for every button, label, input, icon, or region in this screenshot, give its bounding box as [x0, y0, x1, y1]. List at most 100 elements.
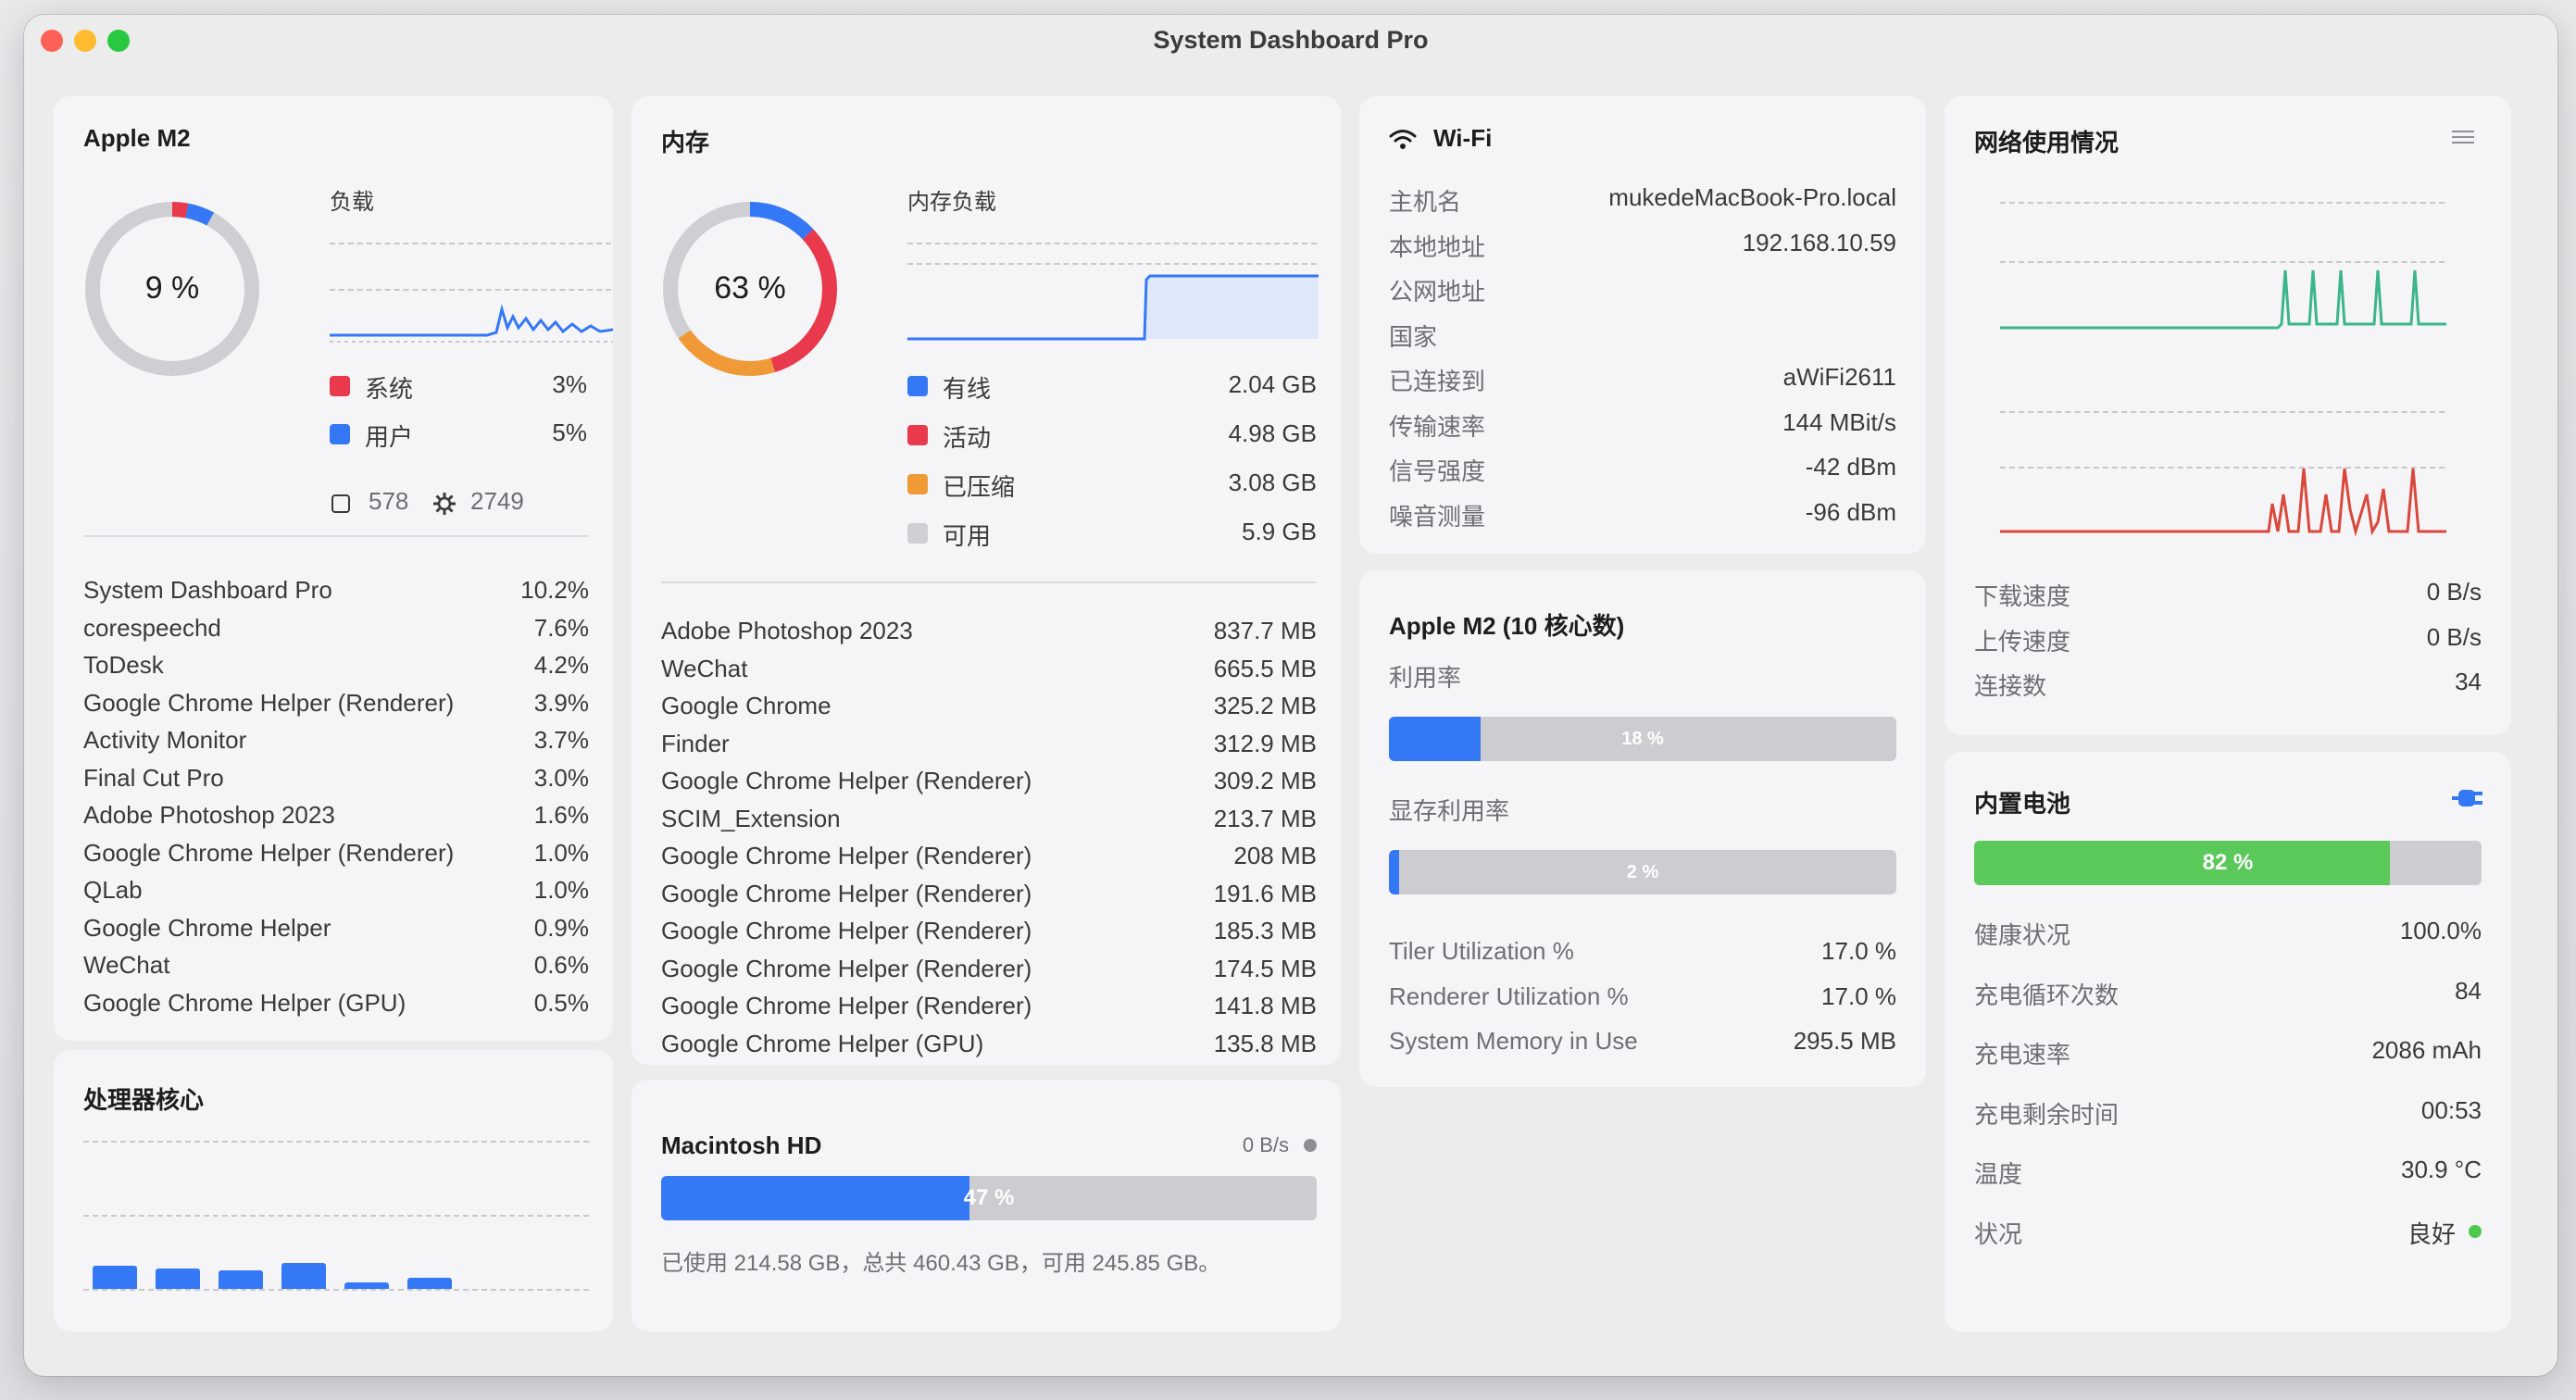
memory-process-row: Google Chrome Helper (Renderer) 185.3 MB [661, 917, 1317, 954]
cpu-card: Apple M2 9 % 负载 系统 3% 用户 5% 578 2749 Sys… [54, 96, 613, 1041]
memory-process-row: SCIM_Extension 213.7 MB [661, 805, 1317, 842]
cpu-process-row-value: 0.5% [533, 988, 589, 1017]
disk-summary: 已使用 214.58 GB，总共 460.43 GB，可用 245.85 GB。 [661, 1251, 1221, 1276]
cpu-process-row-label: System Dashboard Pro [83, 576, 332, 604]
battery-row-label: 充电剩余时间 [1974, 1100, 2120, 1129]
gpu-row-label: Tiler Utilization % [1389, 937, 1574, 965]
memory-process-row-value: 191.6 MB [1213, 879, 1317, 907]
wifi-row-label: 本地地址 [1389, 232, 1486, 261]
wifi-row: 公网地址 [1389, 273, 1896, 310]
network-title: 网络使用情况 [1974, 129, 2120, 156]
user-label: 用户 [365, 423, 414, 451]
cpu-process-row: QLab 1.0% [83, 876, 589, 913]
memory-process-row-label: Adobe Photoshop 2023 [661, 617, 913, 644]
cpu-process-row-label: corespeechd [83, 613, 221, 642]
download-chart [2000, 269, 2446, 330]
gpu-util-bar: 18 % [1389, 717, 1896, 761]
memory-process-row: Google Chrome Helper (Renderer) 309.2 MB [661, 767, 1317, 804]
battery-row: 温度 30.9 °C [1974, 1156, 2482, 1193]
battery-row-value: 良好 [2407, 1219, 2456, 1248]
wifi-row: 噪音测量 -96 dBm [1389, 498, 1896, 535]
cpu-process-row-label: Adobe Photoshop 2023 [83, 801, 335, 829]
memory-process-row-value: 213.7 MB [1213, 804, 1317, 832]
cpu-process-row-value: 0.9% [533, 913, 589, 942]
core-usage-bar [344, 1282, 389, 1289]
system-legend-swatch [330, 376, 350, 396]
cpu-process-row: Adobe Photoshop 2023 1.6% [83, 801, 589, 838]
memory-process-row-value: 208 MB [1233, 842, 1317, 869]
disk-speed: 0 B/s [1242, 1133, 1289, 1156]
wifi-row-value: aWiFi2611 [1782, 363, 1896, 391]
cores-chart [83, 1215, 589, 1289]
memory-process-row-label: Google Chrome [661, 692, 832, 719]
gpu-row-value: 17.0 % [1821, 937, 1896, 965]
status-indicator-dot [2469, 1224, 2482, 1238]
battery-title: 内置电池 [1974, 790, 2071, 818]
memory-process-row-label: Google Chrome Helper (Renderer) [661, 767, 1032, 794]
memory-process-row: Google Chrome Helper (Renderer) 174.5 MB [661, 955, 1317, 992]
wifi-row: 国家 [1389, 319, 1896, 356]
cpu-process-row-label: Google Chrome Helper (Renderer) [83, 688, 455, 717]
battery-card: 内置电池 82 % 健康状况 100.0% 充电循环次数 84 充电速率 2086 mAh… [1945, 752, 2511, 1331]
core-usage-bar [407, 1277, 452, 1289]
memory-process-row: Google Chrome Helper (Renderer) 191.6 MB [661, 880, 1317, 917]
thread-count: 578 [369, 487, 409, 515]
memory-legend-item-label: 有线 [943, 375, 992, 403]
battery-row-label: 充电循环次数 [1974, 981, 2120, 1009]
gpu-row-value: 17.0 % [1821, 981, 1896, 1010]
cpu-process-row-value: 0.6% [533, 951, 589, 979]
battery-row: 状况 良好 [1974, 1216, 2482, 1253]
core-usage-bar [93, 1265, 137, 1289]
memory-process-row-label: Google Chrome Helper (Renderer) [661, 954, 1032, 982]
cpu-process-row-label: Activity Monitor [83, 726, 247, 754]
memory-legend-swatch [907, 376, 928, 396]
wifi-row-value: 144 MBit/s [1782, 407, 1896, 436]
gear-icon [433, 493, 456, 515]
gpu-row-label: Renderer Utilization % [1389, 981, 1629, 1010]
title-bar: System Dashboard Pro [24, 15, 2557, 67]
memory-process-row: Google Chrome Helper (GPU) 135.8 MB [661, 1030, 1317, 1067]
wifi-icon [1389, 130, 1417, 149]
disk-percent: 47 % [963, 1185, 1015, 1210]
disk-activity-indicator [1304, 1139, 1317, 1152]
cpu-process-row: Google Chrome Helper (Renderer) 3.9% [83, 689, 589, 726]
battery-row-label: 状况 [1974, 1219, 2023, 1248]
memory-legend-item-value: 2.04 GB [1228, 370, 1317, 398]
network-row-value: 0 B/s [2426, 578, 2482, 606]
upload-chart [2000, 468, 2446, 537]
cpu-process-row-value: 4.2% [533, 651, 589, 679]
menu-icon[interactable] [2452, 128, 2476, 146]
memory-legend-item: 有线 2.04 GB [907, 370, 1317, 407]
cpu-process-row: Google Chrome Helper 0.9% [83, 914, 589, 951]
gpu-title: Apple M2 (10 核心数) [1389, 612, 1625, 640]
battery-level-bar: 82 % [1974, 841, 2482, 885]
cpu-process-row-label: Google Chrome Helper (Renderer) [83, 838, 455, 867]
battery-row-value: 2086 mAh [2371, 1036, 2482, 1064]
gpu-row: System Memory in Use 295.5 MB [1389, 1027, 1896, 1064]
memory-process-row: WeChat 665.5 MB [661, 655, 1317, 692]
cpu-load-chart [330, 304, 613, 343]
cpu-process-row-value: 3.0% [533, 763, 589, 792]
thread-icon [331, 494, 350, 513]
cpu-process-row: ToDesk 4.2% [83, 651, 589, 688]
cpu-process-row: System Dashboard Pro 10.2% [83, 576, 589, 613]
cpu-process-row: Google Chrome Helper (GPU) 0.5% [83, 989, 589, 1026]
network-card: 网络使用情况 下载速度 0 B/s 上传速度 0 B/s 连接数 34 [1945, 96, 2511, 735]
memory-process-row: Adobe Photoshop 2023 837.7 MB [661, 617, 1317, 654]
cpu-process-row-value: 1.0% [533, 876, 589, 904]
wifi-row: 信号强度 -42 dBm [1389, 453, 1896, 490]
wifi-card: Wi-Fi 主机名 mukedeMacBook-Pro.local 本地地址 192.… [1359, 96, 1926, 554]
wifi-row: 主机名 mukedeMacBook-Pro.local [1389, 183, 1896, 220]
memory-process-row-value: 325.2 MB [1213, 692, 1317, 719]
system-value: 3% [552, 370, 587, 398]
battery-row-value: 30.9 °C [2400, 1156, 2482, 1183]
memory-process-row: Finder 312.9 MB [661, 730, 1317, 767]
memory-legend-swatch [907, 523, 928, 544]
memory-process-row: Google Chrome 325.2 MB [661, 692, 1317, 729]
battery-row-value: 84 [2455, 976, 2482, 1005]
network-row-value: 0 B/s [2426, 622, 2482, 651]
memory-process-row: Google Chrome Helper (Renderer) 208 MB [661, 842, 1317, 879]
cpu-process-row-value: 10.2% [520, 576, 589, 604]
memory-percent: 63 % [714, 270, 786, 306]
memory-process-row-value: 312.9 MB [1213, 729, 1317, 757]
